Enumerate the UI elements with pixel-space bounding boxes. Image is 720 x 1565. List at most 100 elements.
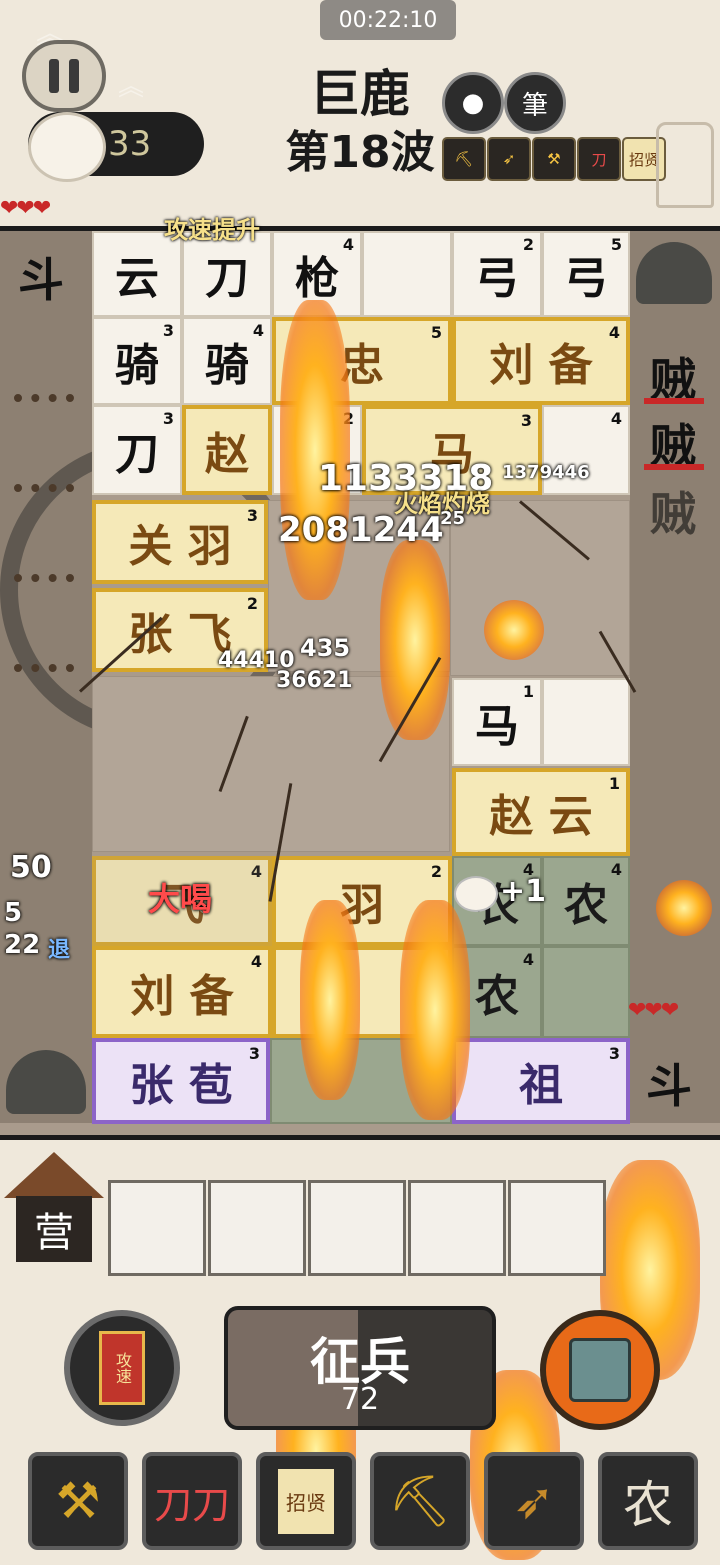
reserve-slot-5[interactable] bbox=[508, 1180, 606, 1276]
double-blade-icon: 刀刀 bbox=[153, 1482, 230, 1527]
unit-tile[interactable]: 骑3 bbox=[92, 317, 182, 405]
tile-level: 1 bbox=[608, 774, 620, 793]
tile-label: 赵 云 bbox=[489, 791, 593, 842]
damage-number: 2081244 bbox=[278, 510, 444, 550]
tile-label: 弓 bbox=[475, 253, 519, 304]
tile-label: 张 飞 bbox=[128, 609, 232, 660]
fire-arrows-icon[interactable]: ➶ bbox=[487, 137, 531, 181]
hero-tile-zhang-bao[interactable]: 张 苞 3 bbox=[92, 1038, 270, 1124]
tile-level: 3 bbox=[520, 411, 532, 430]
chain-icon bbox=[14, 560, 74, 582]
tile-label: 骑 bbox=[205, 340, 249, 391]
farmer-tile[interactable]: 农4 bbox=[542, 856, 630, 946]
pause-icon bbox=[49, 59, 59, 93]
unit-tile[interactable] bbox=[362, 231, 452, 317]
fire-effect bbox=[484, 600, 544, 660]
skill-shout-text: 大喝 bbox=[148, 880, 213, 918]
enemy-zei-3[interactable]: 贼 bbox=[650, 478, 696, 544]
reserve-slot-3[interactable] bbox=[308, 1180, 406, 1276]
recycle-bin-icon bbox=[569, 1338, 631, 1402]
buff-popup: 攻速提升 bbox=[164, 216, 260, 244]
recycle-bin-button[interactable] bbox=[540, 1310, 660, 1430]
shovel-icon[interactable]: ⚒ bbox=[532, 137, 576, 181]
tile-level: 3 bbox=[162, 321, 174, 340]
damage-number: 22 bbox=[4, 930, 41, 960]
tile-label: 祖 bbox=[519, 1060, 563, 1111]
damage-number: 50 bbox=[10, 850, 52, 885]
tile-level: 5 bbox=[430, 323, 442, 342]
brush-icon[interactable]: 筆 bbox=[504, 72, 566, 134]
tile-level: 2 bbox=[246, 594, 258, 613]
recruit-button[interactable]: 征兵 72 bbox=[224, 1306, 496, 1430]
tile-label: 刘 备 bbox=[130, 971, 234, 1022]
fire-effect bbox=[656, 880, 712, 936]
tile-level: 4 bbox=[250, 952, 262, 971]
hero-tile[interactable]: 祖3 bbox=[452, 1038, 630, 1124]
shovel-icon: ⚒ bbox=[55, 1472, 101, 1530]
dou-tile-bottom: 斗 bbox=[646, 1059, 692, 1113]
hero-tile-liu-bei[interactable]: 刘 备 4 bbox=[92, 946, 272, 1038]
fire-effect bbox=[280, 300, 350, 600]
shovel-tool-button[interactable]: ⚒ bbox=[28, 1452, 128, 1550]
chain-icon bbox=[14, 380, 74, 402]
recruit-scroll-icon: 招贤 bbox=[278, 1468, 334, 1534]
fire-effect bbox=[380, 540, 450, 740]
dou-tile-top: 斗 bbox=[18, 253, 64, 307]
unit-tile[interactable]: 刀3 bbox=[92, 405, 182, 495]
hero-tile[interactable]: 赵 bbox=[182, 405, 272, 495]
camp-roof bbox=[4, 1152, 104, 1198]
unit-tile[interactable] bbox=[542, 678, 630, 766]
farmer-tool-button[interactable]: 农 bbox=[598, 1452, 698, 1550]
hero-tile-liu-bei[interactable]: 刘 备 4 bbox=[452, 317, 630, 405]
empty-cell[interactable] bbox=[450, 500, 630, 676]
player-lives-right: ❤❤❤ bbox=[628, 998, 679, 1023]
tile-level: 3 bbox=[246, 506, 258, 525]
pause-button[interactable] bbox=[22, 40, 106, 112]
unit-tile[interactable]: 骑4 bbox=[182, 317, 272, 405]
tile-level: 1 bbox=[522, 682, 534, 701]
enemy-hp-bar bbox=[644, 464, 704, 470]
reserve-slot-2[interactable] bbox=[208, 1180, 306, 1276]
plus-bonus-text: +1 bbox=[500, 874, 547, 909]
tile-label: 农 bbox=[475, 971, 519, 1022]
double-blade-tool-button[interactable]: 刀刀 bbox=[142, 1452, 242, 1550]
tile-label: 张 苞 bbox=[129, 1060, 233, 1111]
shovel-wave-icon[interactable]: ⛏ bbox=[442, 137, 486, 181]
reserve-slot-4[interactable] bbox=[408, 1180, 506, 1276]
farmer-tile[interactable] bbox=[542, 946, 630, 1038]
tile-level: 4 bbox=[610, 860, 622, 879]
fire-effect bbox=[400, 900, 470, 1120]
damage-number: 36621 bbox=[276, 668, 353, 693]
tile-level: 4 bbox=[610, 409, 622, 428]
tile-level: 4 bbox=[252, 321, 264, 340]
unit-tile-horse[interactable]: 马1 bbox=[452, 678, 542, 766]
game-timer: 00:22:10 bbox=[320, 0, 456, 40]
recruit-scroll-tool-button[interactable]: 招贤 bbox=[256, 1452, 356, 1550]
tile-label: 云 bbox=[115, 253, 159, 304]
double-blade-icon[interactable]: 刀 bbox=[577, 137, 621, 181]
shovel-chest-tool-button[interactable]: ⛏ bbox=[370, 1452, 470, 1550]
tile-level: 2 bbox=[430, 862, 442, 881]
bird-icon: ︽ bbox=[118, 72, 145, 102]
damage-number: 5 bbox=[4, 898, 23, 928]
arrows-icon: ➶ bbox=[513, 1472, 555, 1530]
tile-level: 3 bbox=[248, 1044, 260, 1063]
tile-level: 4 bbox=[250, 862, 262, 881]
tile-label: 赵 bbox=[205, 429, 249, 480]
hero-tile-guan-yu[interactable]: 关 羽 3 bbox=[92, 500, 268, 584]
unit-tile[interactable]: 弓5 bbox=[542, 231, 630, 317]
arrows-tool-button[interactable]: ➶ bbox=[484, 1452, 584, 1550]
damage-number: 25 bbox=[440, 508, 466, 529]
camp-label: 营 bbox=[16, 1196, 92, 1262]
hero-tile-zhao-yun[interactable]: 赵 云 1 bbox=[452, 768, 630, 856]
unit-tile[interactable]: 弓2 bbox=[452, 231, 542, 317]
tile-label: 农 bbox=[564, 880, 608, 931]
tile-label: 枪 bbox=[295, 253, 339, 304]
camp-building[interactable]: 营 bbox=[4, 1152, 104, 1272]
retreat-text: 退 bbox=[48, 938, 71, 963]
tile-label: 刀 bbox=[115, 429, 159, 480]
bomb-icon[interactable]: ● bbox=[442, 72, 504, 134]
attack-speed-button[interactable]: 攻速 bbox=[64, 1310, 180, 1426]
reserve-slot-1[interactable] bbox=[108, 1180, 206, 1276]
enemy-hp-bar bbox=[644, 398, 704, 404]
